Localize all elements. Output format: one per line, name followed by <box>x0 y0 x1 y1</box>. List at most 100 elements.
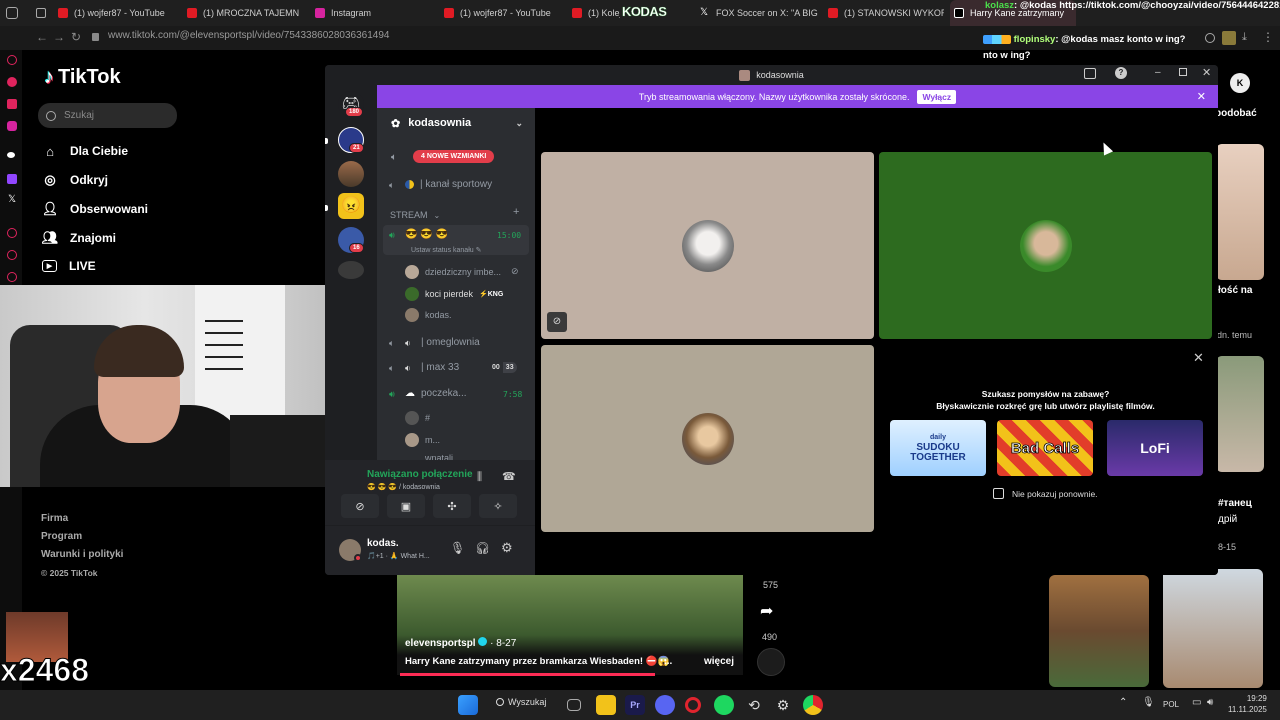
file-explorer-icon[interactable] <box>596 695 616 715</box>
nav-following[interactable]: 👤︎ Obserwowani <box>42 201 148 217</box>
close-banner-icon[interactable]: ✕ <box>1197 90 1206 103</box>
set-channel-status[interactable]: Ustaw status kanału ✎ <box>411 246 481 254</box>
participant-tile[interactable] <box>879 152 1212 339</box>
voice-status[interactable]: Nawiązano połączenie <box>367 469 473 480</box>
activities-button[interactable]: ✣ <box>433 494 471 518</box>
discord-taskbar-icon[interactable] <box>655 695 675 715</box>
twitch-icon[interactable] <box>7 174 17 184</box>
sidebar-app-icon[interactable] <box>7 152 15 158</box>
back-icon[interactable]: ← <box>36 30 48 44</box>
windows-start-icon[interactable] <box>458 695 478 715</box>
more-icon[interactable]: ⋮ <box>1262 30 1274 44</box>
chrome-icon[interactable] <box>803 695 823 715</box>
voice-member[interactable]: m... <box>405 433 440 447</box>
activity-card-sudoku[interactable]: daily SUDOKU TOGETHER <box>890 420 986 476</box>
extension-icon[interactable] <box>1205 33 1215 43</box>
browser-tab[interactable]: Instagram <box>311 0 431 26</box>
footer-link[interactable]: Program <box>41 528 123 546</box>
network-icon[interactable]: ▭ <box>1192 697 1201 708</box>
video-thumbnail[interactable] <box>1216 356 1264 472</box>
disable-streamer-mode-button[interactable]: Wyłącz <box>917 89 957 104</box>
activity-card-lofi[interactable]: LoFi <box>1107 420 1203 476</box>
channel-max33[interactable]: 🔈︎ 🔉︎ | max 33 <box>389 362 459 373</box>
reload-icon[interactable]: ↻ <box>71 30 81 44</box>
headphones-icon[interactable]: 🎧︎ <box>475 541 490 555</box>
browser-tab[interactable]: (1) wojfer87 - YouTube <box>54 0 174 26</box>
nav-live[interactable]: ▶ LIVE <box>42 259 96 273</box>
premiere-icon[interactable]: Pr <box>625 695 645 715</box>
browser-tab[interactable]: (1) wojfer87 - YouTube <box>440 0 560 26</box>
channel-poczekalnia[interactable]: 🔊︎ ☁ poczeka... <box>389 388 467 399</box>
nav-for-you[interactable]: ⌂ Dla Ciebie <box>42 143 128 159</box>
browser-tab[interactable]: (1) MROCZNA TAJEMNICA <box>183 0 299 26</box>
channel-kanal-sportowy[interactable]: 🔈︎ | kanał sportowy <box>389 179 492 190</box>
help-icon[interactable]: ? <box>1115 67 1127 79</box>
forward-icon[interactable]: → <box>53 30 65 44</box>
mic-tray-icon[interactable]: 🎙︎ <box>1142 697 1155 708</box>
video-thumbnail[interactable] <box>1163 569 1263 688</box>
task-view-icon[interactable] <box>567 699 581 711</box>
video-thumbnail[interactable] <box>1049 575 1149 687</box>
browser-tab[interactable]: 𝕏 FOX Soccer on X: "A BIG <box>696 0 818 26</box>
camera-off-button[interactable]: ⊘ <box>341 494 379 518</box>
browser-tab[interactable]: (1) Kolejn <box>568 0 620 26</box>
activity-card-bad-calls[interactable]: Bad Calls <box>997 420 1093 476</box>
channel-stream[interactable]: 🔊︎ 😎 😎 😎 <box>389 229 448 240</box>
minimize-button[interactable]: – <box>1155 67 1161 78</box>
inbox-icon[interactable] <box>1084 68 1096 79</box>
close-suggestion-icon[interactable]: ✕ <box>1193 350 1204 366</box>
settings-taskbar-icon[interactable]: ⚙ <box>773 695 793 715</box>
server-icon[interactable]: 😠 <box>338 193 364 219</box>
sidebar-app-icon[interactable] <box>7 272 17 282</box>
maximize-button[interactable] <box>1179 68 1187 76</box>
sidebar-app-icon[interactable] <box>7 121 17 131</box>
search-input[interactable]: Szukaj <box>38 103 177 128</box>
address-bar[interactable]: www.tiktok.com/@elevensportspl/video/754… <box>108 30 389 41</box>
close-button[interactable]: ✕ <box>1202 66 1211 79</box>
settings-gear-icon[interactable]: ⚙ <box>501 540 513 556</box>
new-mentions-badge[interactable]: 4 NOWE WZMIANKI <box>413 150 495 163</box>
share-icon[interactable]: ➦ <box>760 601 773 621</box>
participant-tile[interactable] <box>541 345 874 532</box>
tiktok-logo[interactable]: ♪ TikTok <box>44 66 121 89</box>
voice-member[interactable]: # <box>405 411 430 425</box>
spotify-icon[interactable] <box>714 695 734 715</box>
channel-omeglownia[interactable]: 🔈︎ 🔉︎ | omeglownia <box>389 337 480 348</box>
clock[interactable]: 19:29 11.11.2025 <box>1228 693 1267 715</box>
video-author[interactable]: elevensportspl · 8-27 <box>405 637 516 649</box>
voice-member[interactable]: dziedziczny imbe... <box>405 265 501 279</box>
sidebar-app-icon[interactable] <box>7 99 17 109</box>
video-progress-bar[interactable] <box>400 673 655 676</box>
more-link[interactable]: więcej <box>704 656 734 667</box>
sidebar-app-icon[interactable] <box>7 77 17 87</box>
opera-icon[interactable] <box>685 697 701 713</box>
nav-friends[interactable]: 👥︎ Znajomi <box>42 230 116 246</box>
language-indicator[interactable]: POL <box>1163 700 1179 709</box>
tray-chevron-icon[interactable]: ⌃ <box>1119 697 1127 708</box>
voice-member[interactable]: koci pierdek ⚡KNG <box>405 287 503 301</box>
taskbar-search[interactable]: Wyszukaj <box>496 697 546 707</box>
x-sidebar-icon[interactable]: 𝕏 <box>8 194 16 205</box>
server-icon[interactable] <box>338 261 364 279</box>
voice-channel-link[interactable]: 😎 😎 😎 / kodasownia <box>367 483 440 491</box>
download-icon[interactable]: ⤓ <box>1242 31 1247 44</box>
profile-avatar[interactable] <box>1222 31 1236 45</box>
sidebar-app-icon[interactable] <box>7 250 17 260</box>
dont-show-again-checkbox[interactable] <box>993 488 1004 499</box>
dont-show-again-label[interactable]: Nie pokazuj ponownie. <box>1012 489 1098 499</box>
screen-share-button[interactable]: ▣ <box>387 494 425 518</box>
browser-menu-icon[interactable] <box>6 7 18 19</box>
disconnect-icon[interactable]: ☎ <box>502 470 516 483</box>
voice-member[interactable]: kodas. <box>405 308 452 322</box>
footer-link[interactable]: Firma <box>41 510 123 528</box>
sidebar-app-icon[interactable] <box>7 228 17 238</box>
browser-tab[interactable]: (1) STANOWSKI WYKORZ <box>824 0 944 26</box>
noise-suppression-icon[interactable]: ⫼ <box>477 471 482 484</box>
soundboard-button[interactable]: ✧ <box>479 494 517 518</box>
nav-explore[interactable]: ◎ Odkryj <box>42 172 108 188</box>
participant-tile[interactable]: ⊘ <box>541 152 874 339</box>
microphone-icon[interactable]: 🎙︎ <box>450 541 465 555</box>
add-channel-icon[interactable]: + <box>513 206 519 218</box>
footer-link[interactable]: Warunki i polityki <box>41 546 123 564</box>
tab-list-icon[interactable] <box>36 8 46 18</box>
